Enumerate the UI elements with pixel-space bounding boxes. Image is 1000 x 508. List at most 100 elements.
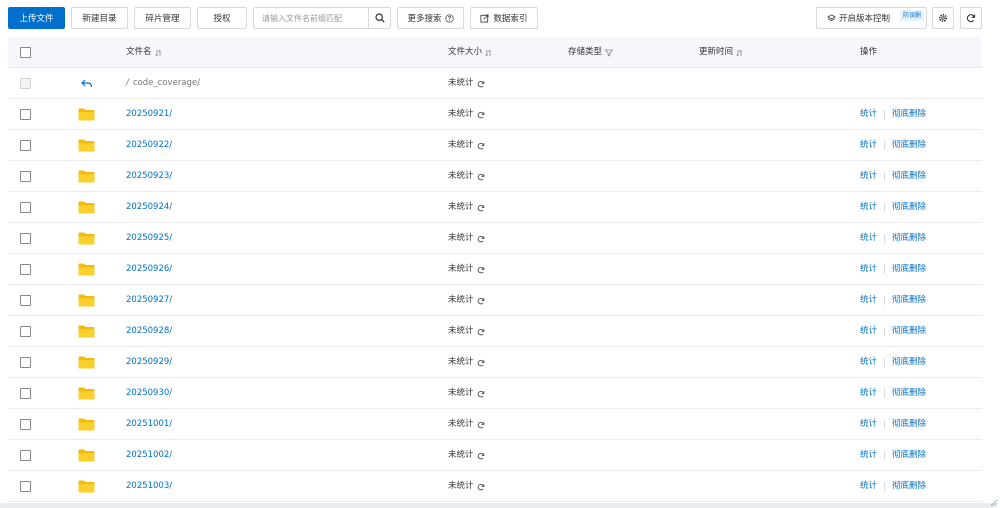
- table-row[interactable]: 20250929/未统计 统计 彻底删除: [8, 347, 982, 378]
- refresh-icon[interactable]: [477, 235, 485, 243]
- refresh-icon[interactable]: [477, 142, 485, 150]
- column-updated-header[interactable]: 更新时间: [699, 37, 743, 68]
- settings-button[interactable]: [932, 7, 954, 29]
- statistics-link[interactable]: 统计: [860, 161, 877, 192]
- permanent-delete-link[interactable]: 彻底删除: [892, 254, 926, 285]
- row-checkbox[interactable]: [20, 481, 31, 492]
- file-size-value: 未统计: [448, 295, 474, 305]
- permanent-delete-link[interactable]: 彻底删除: [892, 409, 926, 440]
- refresh-icon[interactable]: [477, 390, 485, 398]
- statistics-link[interactable]: 统计: [860, 254, 877, 285]
- row-checkbox[interactable]: [20, 140, 31, 151]
- refresh-icon[interactable]: [477, 359, 485, 367]
- permanent-delete-link[interactable]: 彻底删除: [892, 161, 926, 192]
- folder-name-link[interactable]: 20250926/: [126, 254, 172, 285]
- table-row[interactable]: 20250925/未统计 统计 彻底删除: [8, 223, 982, 254]
- statistics-link[interactable]: 统计: [860, 285, 877, 316]
- fragment-management-button[interactable]: 碎片管理: [134, 7, 191, 29]
- column-storage-header[interactable]: 存储类型: [568, 37, 614, 68]
- refresh-icon[interactable]: [477, 421, 485, 429]
- row-checkbox[interactable]: [20, 171, 31, 182]
- permanent-delete-link[interactable]: 彻底删除: [892, 130, 926, 161]
- refresh-icon[interactable]: [477, 452, 485, 460]
- table-row[interactable]: 20251002/未统计 统计 彻底删除: [8, 440, 982, 471]
- permanent-delete-link[interactable]: 彻底删除: [892, 99, 926, 130]
- row-checkbox[interactable]: [20, 295, 31, 306]
- folder-name-link[interactable]: 20250921/: [126, 99, 172, 130]
- statistics-link[interactable]: 统计: [860, 409, 877, 440]
- table-row[interactable]: 20250926/未统计 统计 彻底删除: [8, 254, 982, 285]
- more-search-button[interactable]: 更多搜索: [397, 7, 464, 29]
- column-size-header[interactable]: 文件大小: [448, 37, 492, 68]
- row-checkbox[interactable]: [20, 109, 31, 120]
- statistics-link[interactable]: 统计: [860, 378, 877, 409]
- statistics-link[interactable]: 统计: [860, 192, 877, 223]
- search-input[interactable]: [254, 8, 369, 28]
- permanent-delete-link[interactable]: 彻底删除: [892, 378, 926, 409]
- table-row[interactable]: 20250921/未统计 统计 彻底删除: [8, 99, 982, 130]
- folder-name-link[interactable]: 20251001/: [126, 409, 172, 440]
- statistics-link[interactable]: 统计: [860, 223, 877, 254]
- folder-name-link[interactable]: 20250925/: [126, 223, 172, 254]
- parent-directory-name[interactable]: / code_coverage/: [126, 68, 200, 99]
- refresh-button[interactable]: [960, 7, 982, 29]
- row-checkbox[interactable]: [20, 202, 31, 213]
- parent-directory-row[interactable]: / code_coverage/ 未统计: [8, 68, 982, 99]
- table-row[interactable]: 20250930/未统计 统计 彻底删除: [8, 378, 982, 409]
- statistics-link[interactable]: 统计: [860, 440, 877, 471]
- table-row[interactable]: 20250928/未统计 统计 彻底删除: [8, 316, 982, 347]
- folder-name-link[interactable]: 20250923/: [126, 161, 172, 192]
- permanent-delete-link[interactable]: 彻底删除: [892, 223, 926, 254]
- folder-name-link[interactable]: 20251002/: [126, 440, 172, 471]
- permanent-delete-link[interactable]: 彻底删除: [892, 285, 926, 316]
- refresh-icon[interactable]: [477, 483, 485, 491]
- folder-name-link[interactable]: 20250924/: [126, 192, 172, 223]
- table-row[interactable]: 20250922/未统计 统计 彻底删除: [8, 130, 982, 161]
- permanent-delete-link[interactable]: 彻底删除: [892, 347, 926, 378]
- row-checkbox[interactable]: [20, 450, 31, 461]
- authorize-button[interactable]: 授权: [197, 7, 247, 29]
- permanent-delete-link[interactable]: 彻底删除: [892, 316, 926, 347]
- permanent-delete-link[interactable]: 彻底删除: [892, 192, 926, 223]
- refresh-icon[interactable]: [477, 266, 485, 274]
- search-button[interactable]: [368, 8, 390, 28]
- data-index-button[interactable]: 数据索引: [470, 7, 538, 29]
- permanent-delete-link[interactable]: 彻底删除: [892, 471, 926, 502]
- table-row[interactable]: 20250924/未统计 统计 彻底删除: [8, 192, 982, 223]
- folder-name-link[interactable]: 20250929/: [126, 347, 172, 378]
- folder-name-link[interactable]: 20250930/: [126, 378, 172, 409]
- table-row[interactable]: 20250927/未统计 统计 彻底删除: [8, 285, 982, 316]
- horizontal-scrollbar[interactable]: [0, 503, 994, 508]
- statistics-link[interactable]: 统计: [860, 347, 877, 378]
- parent-directory-label: code_coverage/: [132, 78, 200, 88]
- statistics-link[interactable]: 统计: [860, 130, 877, 161]
- refresh-icon[interactable]: [477, 173, 485, 181]
- back-arrow-icon[interactable]: [81, 79, 93, 88]
- refresh-icon[interactable]: [477, 111, 485, 119]
- row-checkbox[interactable]: [20, 326, 31, 337]
- table-row[interactable]: 20250923/未统计 统计 彻底删除: [8, 161, 982, 192]
- folder-name-link[interactable]: 20250927/: [126, 285, 172, 316]
- table-row[interactable]: 20251001/未统计 统计 彻底删除: [8, 409, 982, 440]
- statistics-link[interactable]: 统计: [860, 471, 877, 502]
- folder-name-link[interactable]: 20250922/: [126, 130, 172, 161]
- refresh-icon[interactable]: [477, 204, 485, 212]
- statistics-link[interactable]: 统计: [860, 316, 877, 347]
- new-directory-button[interactable]: 新建目录: [71, 7, 128, 29]
- permanent-delete-link[interactable]: 彻底删除: [892, 440, 926, 471]
- row-checkbox[interactable]: [20, 419, 31, 430]
- row-checkbox[interactable]: [20, 388, 31, 399]
- refresh-icon[interactable]: [477, 297, 485, 305]
- row-checkbox[interactable]: [20, 357, 31, 368]
- row-checkbox[interactable]: [20, 264, 31, 275]
- table-row[interactable]: 20251003/未统计 统计 彻底删除: [8, 471, 982, 502]
- upload-file-button[interactable]: 上传文件: [8, 7, 65, 29]
- refresh-icon[interactable]: [477, 328, 485, 336]
- refresh-icon[interactable]: [477, 80, 485, 88]
- folder-name-link[interactable]: 20250928/: [126, 316, 172, 347]
- row-checkbox[interactable]: [20, 233, 31, 244]
- select-all-checkbox[interactable]: [20, 47, 31, 58]
- folder-name-link[interactable]: 20251003/: [126, 471, 172, 502]
- column-name-header[interactable]: 文件名: [126, 37, 162, 68]
- statistics-link[interactable]: 统计: [860, 99, 877, 130]
